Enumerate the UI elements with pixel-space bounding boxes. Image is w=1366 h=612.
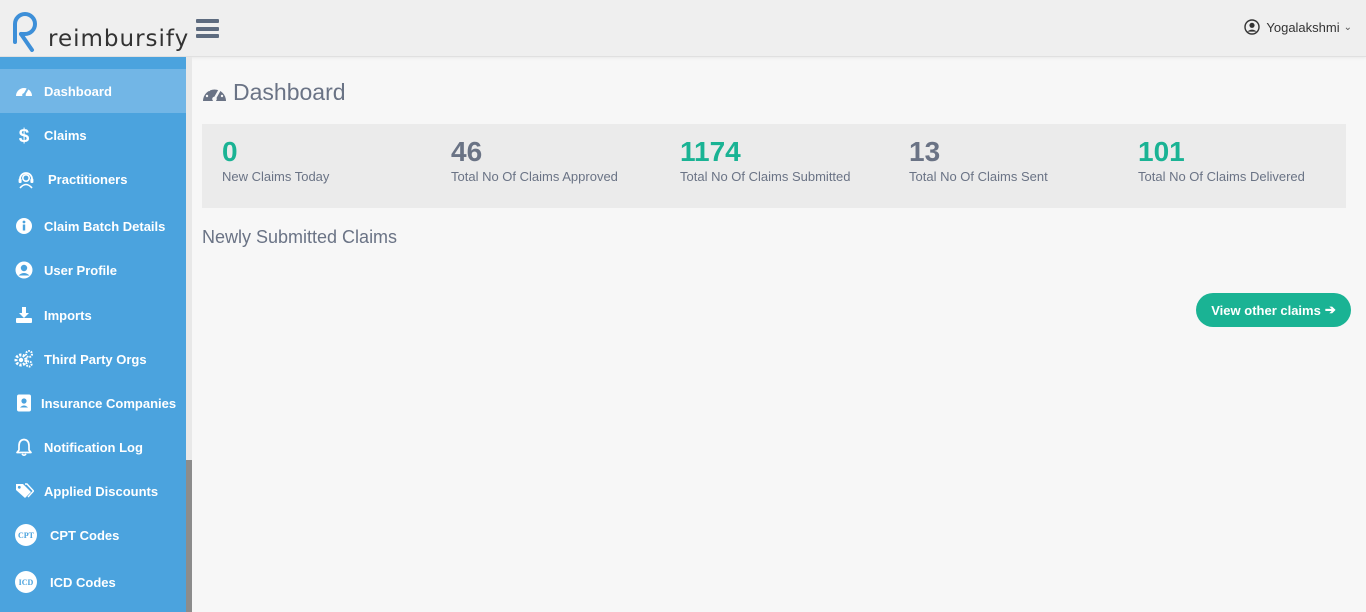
- stats-panel: 0 New Claims Today 46 Total No Of Claims…: [202, 124, 1346, 208]
- headset-icon: [15, 168, 37, 190]
- bell-icon: [13, 436, 35, 458]
- stat-label: Total No Of Claims Sent: [909, 169, 1048, 184]
- download-icon: [13, 304, 35, 326]
- stat-value: 13: [909, 136, 941, 167]
- logo-mark-icon: [13, 12, 37, 52]
- icd-badge-icon: ICD: [15, 571, 37, 593]
- tags-icon: [13, 480, 35, 502]
- sidebar-item-third-party-orgs[interactable]: Third Party Orgs: [0, 337, 186, 381]
- dollar-icon: $: [13, 124, 35, 146]
- sidebar-item-label: Dashboard: [44, 83, 112, 99]
- gears-icon: [13, 348, 35, 370]
- sidebar-item-dashboard[interactable]: Dashboard: [0, 69, 186, 113]
- sidebar-item-label: Insurance Companies: [41, 395, 177, 411]
- main-content: Dashboard 0 New Claims Today 46 Total No…: [192, 57, 1366, 612]
- menu-toggle-button[interactable]: [196, 19, 219, 38]
- stat-claims-delivered: 101 Total No Of Claims Delivered: [1138, 136, 1305, 184]
- sidebar-item-label: Third Party Orgs: [44, 351, 147, 367]
- stat-label: Total No Of Claims Submitted: [680, 169, 851, 184]
- sidebar-item-label: Practitioners: [48, 171, 128, 187]
- sidebar-item-imports[interactable]: Imports: [0, 293, 186, 337]
- sidebar-item-label: CPT Codes: [50, 527, 120, 543]
- top-bar: reimbursify Yogalakshmi ⌄: [0, 0, 1366, 57]
- stat-claims-approved: 46 Total No Of Claims Approved: [451, 136, 618, 184]
- stat-new-claims-today: 0 New Claims Today: [222, 136, 329, 184]
- svg-text:$: $: [19, 126, 30, 145]
- sidebar-item-cpt-codes[interactable]: CPT CPT Codes: [0, 513, 186, 557]
- address-book-icon: [13, 392, 35, 414]
- user-circle-icon: [13, 259, 35, 281]
- sidebar-item-insurance-companies[interactable]: Insurance Companies: [0, 381, 186, 425]
- view-other-claims-button[interactable]: View other claims ➔: [1196, 293, 1351, 327]
- section-title: Newly Submitted Claims: [202, 227, 398, 247]
- user-name: Yogalakshmi: [1266, 19, 1340, 35]
- stat-value: 101: [1138, 136, 1185, 167]
- sidebar-item-claim-batch-details[interactable]: Claim Batch Details: [0, 204, 186, 248]
- sidebar-item-user-profile[interactable]: User Profile: [0, 248, 186, 292]
- sidebar-item-notification-log[interactable]: Notification Log: [0, 425, 186, 469]
- stat-label: New Claims Today: [222, 169, 330, 184]
- sidebar-item-label: ICD Codes: [50, 574, 116, 590]
- sidebar-item-label: Imports: [44, 307, 92, 323]
- stat-value: 46: [451, 136, 483, 167]
- dashboard-icon: [13, 80, 35, 102]
- stat-label: Total No Of Claims Delivered: [1138, 169, 1305, 184]
- stat-claims-sent: 13 Total No Of Claims Sent: [909, 136, 1048, 184]
- sidebar-item-label: Applied Discounts: [44, 483, 159, 499]
- sidebar-item-applied-discounts[interactable]: Applied Discounts: [0, 469, 186, 513]
- page-title: Dashboard: [202, 79, 346, 106]
- view-other-claims-label: View other claims: [1211, 302, 1321, 318]
- cpt-badge-icon: CPT: [15, 524, 37, 546]
- sidebar-item-label: Claim Batch Details: [44, 218, 166, 234]
- info-icon: [13, 215, 35, 237]
- arrow-right-icon: ➔: [1324, 302, 1336, 317]
- user-circle-icon: [1244, 19, 1261, 35]
- sidebar: Dashboard $ Claims Practitioners Claim B…: [0, 57, 186, 612]
- stat-value: 0: [222, 136, 238, 167]
- page-title-text: Dashboard: [233, 79, 346, 105]
- stat-label: Total No Of Claims Approved: [451, 169, 618, 184]
- sidebar-item-claims[interactable]: $ Claims: [0, 113, 186, 157]
- sidebar-item-label: Notification Log: [44, 439, 143, 455]
- user-menu[interactable]: Yogalakshmi ⌄: [1244, 19, 1352, 35]
- sidebar-item-label: Claims: [44, 127, 87, 143]
- chevron-down-icon: ⌄: [1343, 21, 1352, 33]
- stat-value: 1174: [680, 136, 741, 167]
- sidebar-item-practitioners[interactable]: Practitioners: [0, 157, 186, 201]
- logo-text: reimbursify: [48, 26, 190, 52]
- stat-claims-submitted: 1174 Total No Of Claims Submitted: [680, 136, 851, 184]
- sidebar-item-label: User Profile: [44, 262, 117, 278]
- logo[interactable]: reimbursify: [10, 12, 190, 56]
- sidebar-item-icd-codes[interactable]: ICD ICD Codes: [0, 560, 186, 604]
- dashboard-icon: [203, 85, 226, 101]
